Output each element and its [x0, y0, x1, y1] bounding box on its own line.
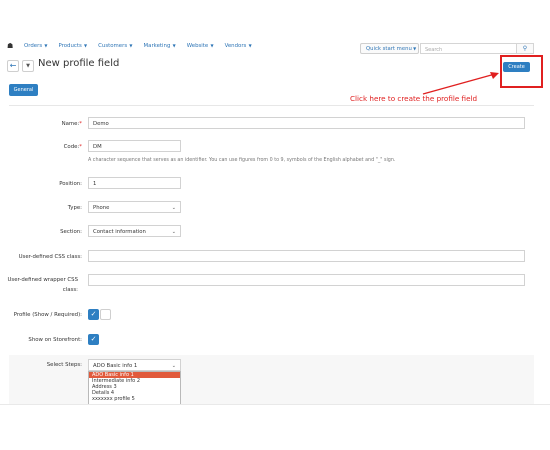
nav-website[interactable]: Website ▼ [187, 43, 214, 49]
divider [9, 105, 534, 106]
css-class-field[interactable] [88, 250, 525, 262]
position-label: Position: [59, 181, 82, 187]
steps-select[interactable]: ADO Basic info 1 ⌄ [88, 359, 181, 371]
wrapper-css-label-line: class: [62, 287, 78, 293]
steps-option[interactable]: xxxxxxx profile 5 [89, 396, 180, 402]
nav-customers[interactable]: Customers ▼ [98, 43, 132, 49]
name-field[interactable]: Demo [88, 117, 525, 129]
nav-products[interactable]: Products ▼ [59, 43, 88, 49]
wrapper-css-label: User-defined wrapper CSS class: [4, 277, 78, 293]
chevron-down-icon: ▼ [128, 43, 133, 48]
nav-vendors[interactable]: Vendors ▼ [225, 43, 252, 49]
chevron-down-icon: ⌄ [171, 228, 176, 235]
tab-general[interactable]: General [9, 84, 38, 96]
chevron-down-icon: ▼ [247, 43, 252, 48]
code-hint: A character sequence that serves as an i… [88, 158, 396, 163]
app-viewport: ☗ Orders ▼ Products ▼ Customers ▼ Market… [0, 0, 550, 405]
search-input[interactable]: Search [420, 43, 517, 54]
code-label: Code:* [10, 144, 82, 150]
profile-show-required-label: Profile (Show / Required): [13, 312, 82, 318]
nav-orders[interactable]: Orders ▼ [24, 43, 48, 49]
quick-start-label: Quick start menu [366, 46, 412, 52]
nav-label: Marketing [143, 43, 171, 49]
type-label: Type: [67, 205, 82, 211]
code-label-text: Code: [63, 144, 80, 150]
nav-label: Customers [98, 43, 128, 49]
main-menu: Orders ▼ Products ▼ Customers ▼ Marketin… [24, 43, 252, 49]
type-select-value: Phone [93, 205, 110, 211]
profile-required-checkbox[interactable] [100, 309, 111, 320]
page-title: New profile field [38, 58, 120, 69]
highlight-box [500, 55, 543, 88]
back-arrow-icon[interactable]: ← [7, 60, 19, 72]
required-marker: * [79, 144, 82, 150]
steps-select-value: ADO Basic info 1 [93, 363, 138, 369]
search-icon[interactable]: ⚲ [517, 43, 534, 54]
steps-dropdown-list[interactable]: ADO Basic info 1 Intermediate info 2 Add… [88, 371, 181, 404]
nav-label: Products [58, 43, 82, 49]
chevron-down-icon: ▼ [43, 43, 48, 48]
chevron-down-icon: ▼ [411, 46, 417, 51]
chevron-down-icon: ▼ [209, 43, 214, 48]
wrapper-css-field[interactable] [88, 274, 525, 286]
annotation-text: Click here to create the profile field [350, 94, 478, 103]
nav-marketing[interactable]: Marketing ▼ [144, 43, 176, 49]
section-label: Section: [60, 229, 82, 235]
wrapper-css-label-line: User-defined wrapper CSS [7, 277, 78, 283]
chevron-down-icon: ▼ [82, 43, 88, 48]
required-marker: * [79, 121, 82, 127]
chevron-down-icon: ▼ [171, 43, 176, 48]
steps-label: Select Steps: [46, 362, 82, 368]
chevron-down-icon: ⌄ [171, 362, 176, 369]
name-label: Name:* [10, 121, 82, 127]
section-select-value: Contact information [93, 229, 146, 235]
profile-show-checkbox[interactable]: ✓ [88, 309, 99, 320]
storefront-checkbox[interactable]: ✓ [88, 334, 99, 345]
nav-label: Website [186, 43, 209, 49]
type-select[interactable]: Phone ⌄ [88, 201, 181, 213]
quick-start-menu-button[interactable]: Quick start menu ▼ [360, 43, 419, 54]
nav-label: Orders [24, 43, 43, 49]
name-label-text: Name: [61, 121, 80, 127]
nav-label: Vendors [224, 43, 247, 49]
code-field[interactable]: DM [88, 140, 181, 152]
storefront-label: Show on Storefront: [28, 337, 82, 343]
chevron-down-icon[interactable]: ▼ [22, 60, 34, 72]
section-select[interactable]: Contact information ⌄ [88, 225, 181, 237]
css-class-label: User-defined CSS class: [18, 254, 82, 260]
position-field[interactable]: 1 [88, 177, 181, 189]
chevron-down-icon: ⌄ [171, 204, 176, 211]
top-navigation: ☗ Orders ▼ Products ▼ Customers ▼ Market… [0, 40, 550, 56]
home-icon[interactable]: ☗ [7, 42, 15, 50]
